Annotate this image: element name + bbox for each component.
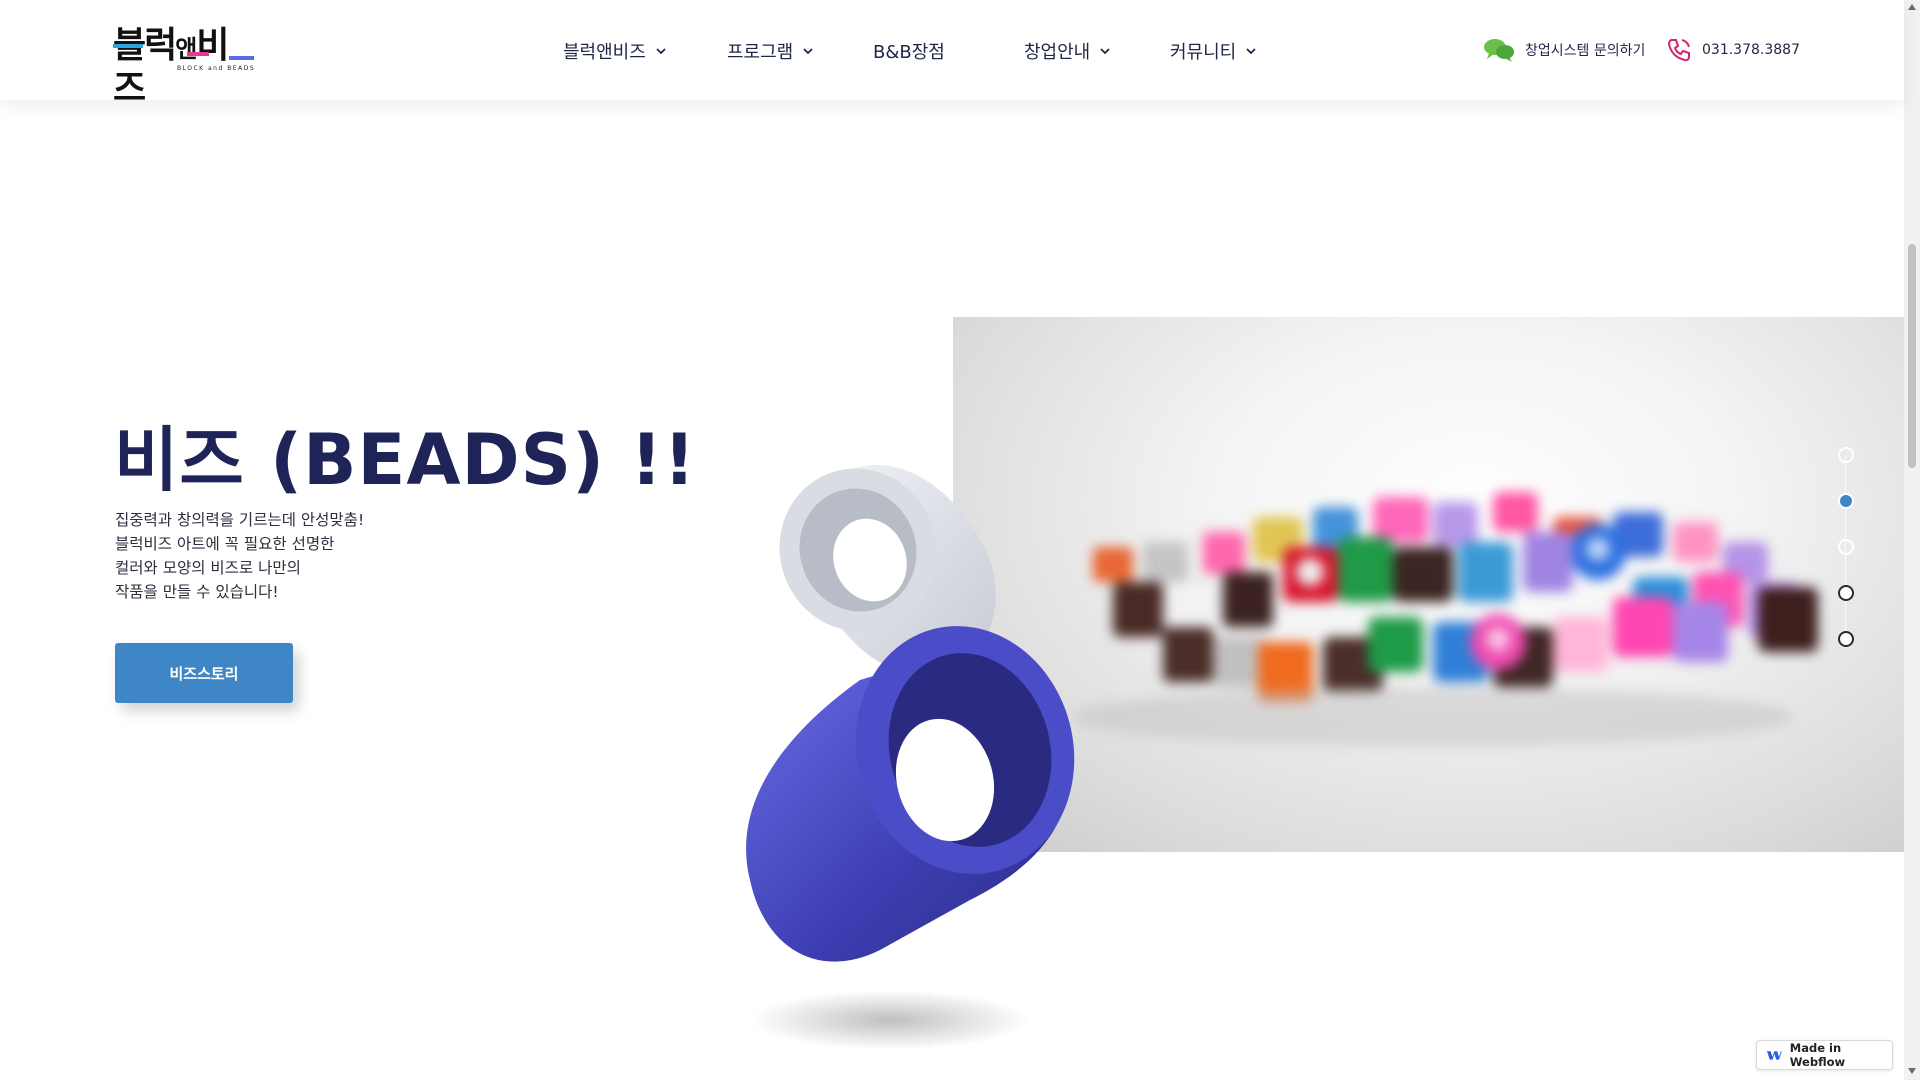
webflow-badge-label: Made in Webflow (1789, 1041, 1846, 1069)
slider-dot-4[interactable] (1838, 585, 1854, 601)
hero-desc-line: 집중력과 창의력을 기르는데 안성맞춤! (115, 511, 365, 529)
nav-label: B&B장점 (873, 42, 945, 63)
phone-link[interactable]: 031.378.3887 (1666, 34, 1800, 66)
nav-label: 프로그램 (727, 42, 794, 63)
hero-desc-line: 블럭비즈 아트에 꼭 필요한 선명한 (115, 535, 335, 553)
hero-desc-line: 컬러와 모양의 비즈로 나만의 (115, 559, 301, 577)
slider-dot-5[interactable] (1838, 631, 1854, 647)
scroll-down-arrow-icon[interactable] (1908, 1068, 1916, 1074)
phone-icon (1667, 39, 1690, 62)
slider-pagination (1838, 447, 1854, 647)
logo-accent-bar (113, 44, 143, 48)
nav-item-about[interactable]: 블럭앤비즈 (563, 36, 666, 66)
chevron-down-icon (656, 48, 666, 55)
beads-story-button[interactable]: 비즈스토리 (115, 643, 293, 703)
made-in-webflow-badge[interactable]: Made in Webflow (1756, 1040, 1893, 1070)
chat-bubbles-icon (1484, 39, 1514, 62)
bead-3d-illustration (746, 464, 1075, 1050)
chevron-down-icon (1100, 48, 1110, 55)
scroll-thumb[interactable] (1908, 244, 1916, 468)
scroll-up-arrow-icon[interactable] (1908, 4, 1916, 10)
chevron-down-icon (1246, 48, 1256, 55)
webflow-logo-icon (1767, 1051, 1782, 1060)
slider-dot-3[interactable] (1838, 539, 1854, 555)
nav-label: 창업안내 (1024, 42, 1091, 63)
nav-label: 블럭앤비즈 (563, 42, 646, 63)
nav-item-community[interactable]: 커뮤니티 (1170, 36, 1256, 66)
chevron-down-icon (803, 48, 813, 55)
slider-dot-2[interactable] (1838, 493, 1854, 509)
page-scrollbar[interactable] (1904, 0, 1920, 1080)
nav-item-advantages[interactable]: B&B장점 (873, 36, 945, 66)
slider-dot-1[interactable] (1838, 447, 1854, 463)
inquiry-label: 창업시스템 문의하기 (1525, 43, 1646, 59)
nav-item-program[interactable]: 프로그램 (727, 36, 813, 66)
logo-accent-bar (187, 52, 209, 56)
hero-description: 집중력과 창의력을 기르는데 안성맞춤! 블럭비즈 아트에 꼭 필요한 선명한 … (115, 508, 515, 604)
brand-logo[interactable]: 블럭앤비즈 BLOCK and BEADS (113, 26, 258, 109)
hero-desc-line: 작품을 만들 수 있습니다! (115, 583, 279, 601)
nav-item-startup[interactable]: 창업안내 (1024, 36, 1110, 66)
site-header: 블럭앤비즈 BLOCK and BEADS 블럭앤비즈 프로그램 B&B장점 창… (0, 0, 1904, 109)
nav-label: 커뮤니티 (1170, 42, 1237, 63)
inquiry-link[interactable]: 창업시스템 문의하기 (1483, 34, 1645, 66)
logo-accent-bar (229, 56, 254, 60)
hero-title: 비즈 (BEADS) !! (114, 419, 697, 501)
logo-subtitle: BLOCK and BEADS (177, 65, 256, 72)
phone-number: 031.378.3887 (1702, 42, 1800, 58)
blue-bead (746, 626, 1075, 962)
